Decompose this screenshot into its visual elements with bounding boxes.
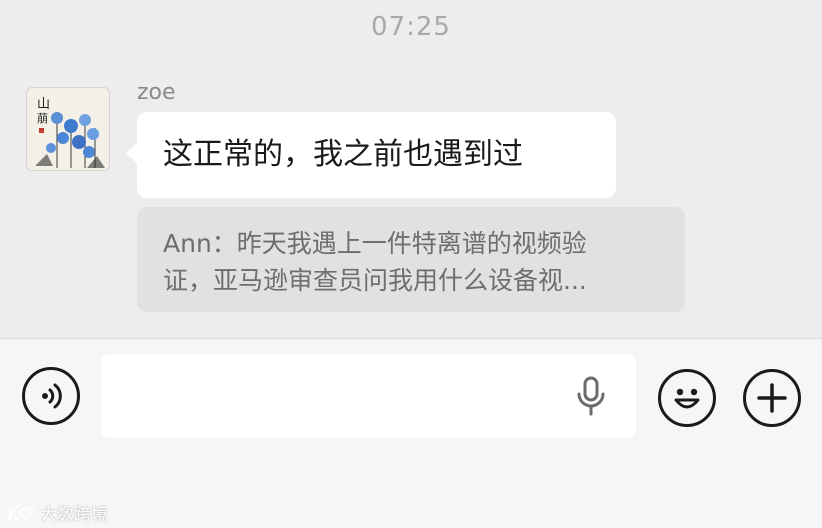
watermark: 大数跨境 [8,500,108,525]
chat-area: 07:25 山 萠 zoe 这正常的，我之前也遇到过 Ann：昨天我遇上一件特离… [0,0,822,338]
plus-icon [757,383,787,413]
message-bubble[interactable]: 这正常的，我之前也遇到过 [126,112,616,198]
voice-wave-icon [42,383,62,409]
avatar[interactable]: 山 萠 [26,87,110,171]
message-input[interactable] [101,354,636,438]
more-button[interactable] [743,369,801,427]
message-timestamp: 07:25 [371,12,451,42]
voice-button[interactable] [22,367,80,425]
quoted-message[interactable]: Ann：昨天我遇上一件特离谱的视频验 证，亚马逊审查员问我用什么设备视... [137,207,685,312]
quoted-message-line: 证，亚马逊审查员问我用什么设备视... [163,266,587,295]
svg-text:萠: 萠 [37,112,48,125]
logo-icon [8,504,36,521]
avatar-image: 山 萠 [27,88,109,170]
quoted-message-line: Ann：昨天我遇上一件特离谱的视频验 [163,229,587,258]
emoji-button[interactable] [658,369,716,427]
smiley-emoji-icon [674,388,700,409]
microphone-icon[interactable] [575,376,607,416]
sender-name: zoe [137,80,176,105]
svg-text:山: 山 [37,97,50,112]
watermark-text: 大数跨境 [40,505,108,525]
